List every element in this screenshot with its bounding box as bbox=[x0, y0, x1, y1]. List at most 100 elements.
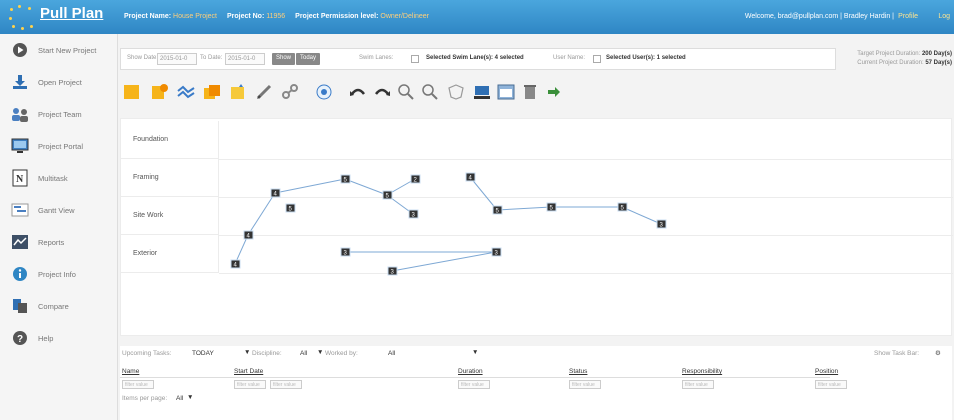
task-node[interactable]: 4 bbox=[465, 172, 476, 182]
task-node[interactable]: 3 bbox=[491, 247, 502, 257]
col-responsibility[interactable]: Responsibility bbox=[682, 368, 722, 375]
copy-note-icon[interactable] bbox=[202, 82, 222, 102]
task-node[interactable]: 4 bbox=[230, 259, 241, 269]
trash-icon[interactable] bbox=[520, 82, 540, 102]
task-node[interactable]: 5 bbox=[382, 190, 393, 200]
profile-link[interactable]: Profile bbox=[898, 13, 918, 20]
pull-plan-logo[interactable]: Pull Plan bbox=[8, 4, 108, 30]
swim-lanes-checkbox[interactable] bbox=[411, 55, 419, 63]
pencil-icon[interactable] bbox=[254, 82, 274, 102]
logo-dots-icon bbox=[8, 4, 38, 30]
sidebar-item-open-project[interactable]: Open Project bbox=[10, 70, 116, 94]
task-node[interactable]: 3 bbox=[387, 266, 398, 276]
items-per-page-select[interactable]: All bbox=[176, 395, 183, 402]
project-info-bar: Project Name: House Project Project No: … bbox=[124, 13, 437, 20]
divider bbox=[120, 377, 830, 378]
print-icon[interactable] bbox=[472, 82, 492, 102]
task-node[interactable]: 5 bbox=[617, 202, 628, 212]
logout-link[interactable]: Log bbox=[938, 13, 950, 20]
chevron-down-icon[interactable]: ▼ bbox=[317, 349, 323, 356]
sidebar-item-project-team[interactable]: Project Team bbox=[10, 102, 116, 126]
task-node[interactable]: 5 bbox=[492, 205, 503, 215]
task-link bbox=[469, 176, 498, 211]
zoom-in-icon[interactable] bbox=[396, 82, 416, 102]
sidebar-item-gantt-view[interactable]: Gantt View bbox=[10, 198, 116, 222]
task-node[interactable]: 5 bbox=[546, 202, 557, 212]
task-node[interactable]: 3 bbox=[656, 219, 667, 229]
help-icon: ? bbox=[10, 329, 30, 347]
col-duration[interactable]: Duration bbox=[458, 368, 483, 375]
record-icon[interactable] bbox=[314, 82, 334, 102]
task-node[interactable]: 2 bbox=[410, 174, 421, 184]
svg-text:?: ? bbox=[17, 334, 23, 345]
name-filter-input[interactable]: filter value bbox=[122, 380, 154, 389]
project-duration: Target Project Duration: 200 Day(s) Curr… bbox=[857, 51, 952, 66]
worked-by-label: Worked by: bbox=[325, 350, 358, 357]
permission-label: Project Permission level: bbox=[295, 13, 379, 20]
top-bar: Pull Plan Project Name: House Project Pr… bbox=[0, 0, 954, 34]
task-link bbox=[274, 178, 346, 194]
position-filter-input[interactable]: filter value bbox=[815, 380, 847, 389]
duration-filter-input[interactable]: filter value bbox=[458, 380, 490, 389]
connector-icon[interactable] bbox=[176, 82, 196, 102]
status-filter-input[interactable]: filter value bbox=[569, 380, 601, 389]
sidebar-item-start-new-project[interactable]: Start New Project bbox=[10, 38, 116, 62]
download-icon bbox=[10, 73, 30, 91]
task-node[interactable]: 3 bbox=[340, 247, 351, 257]
undo-icon[interactable] bbox=[348, 82, 368, 102]
users-select[interactable]: Selected User(s): 1 selected bbox=[606, 55, 686, 61]
sidebar-item-project-portal[interactable]: Project Portal bbox=[10, 134, 116, 158]
to-date-input[interactable]: 2015-01-0 bbox=[225, 53, 265, 65]
compare-icon bbox=[10, 297, 30, 315]
task-node[interactable]: 5 bbox=[340, 174, 351, 184]
col-start-date[interactable]: Start Date bbox=[234, 368, 263, 375]
chevron-down-icon[interactable]: ▼ bbox=[244, 349, 250, 356]
filter-bar: Show Date: 2015-01-0 To Date: 2015-01-0 … bbox=[120, 48, 836, 70]
logo-text: Pull Plan bbox=[40, 5, 104, 22]
task-node[interactable]: 5 bbox=[285, 203, 296, 213]
unlink-icon[interactable] bbox=[280, 82, 300, 102]
task-node[interactable]: 4 bbox=[270, 188, 281, 198]
swim-lanes-select[interactable]: Selected Swim Lane(s): 4 selected bbox=[426, 55, 524, 61]
task-link bbox=[247, 192, 276, 236]
shield-icon[interactable] bbox=[446, 82, 466, 102]
upcoming-tasks-label: Upcoming Tasks: bbox=[122, 350, 172, 357]
sidebar-item-multitask[interactable]: N Multitask bbox=[10, 166, 116, 190]
responsibility-filter-input[interactable]: filter value bbox=[682, 380, 714, 389]
zoom-out-icon[interactable] bbox=[420, 82, 440, 102]
users-checkbox[interactable] bbox=[593, 55, 601, 63]
sidebar-item-project-info[interactable]: Project Info bbox=[10, 262, 116, 286]
col-status[interactable]: Status bbox=[569, 368, 587, 375]
sidebar-item-reports[interactable]: Reports bbox=[10, 230, 116, 254]
col-position[interactable]: Position bbox=[815, 368, 838, 375]
show-button[interactable]: Show bbox=[272, 53, 296, 65]
from-date-input[interactable]: 2015-01-0 bbox=[157, 53, 197, 65]
chevron-down-icon[interactable]: ▼ bbox=[187, 394, 193, 401]
sidebar-item-help[interactable]: ? Help bbox=[10, 326, 116, 350]
export-arrow-icon[interactable] bbox=[544, 82, 564, 102]
multitask-icon: N bbox=[10, 169, 30, 187]
today-button[interactable]: Today bbox=[296, 53, 321, 65]
play-icon bbox=[10, 41, 30, 59]
redo-icon[interactable] bbox=[372, 82, 392, 102]
items-per-page-label: Items per page: bbox=[122, 395, 168, 402]
permission-value: Owner/Delineer bbox=[380, 13, 430, 20]
current-duration-value: 57 Day(s) bbox=[925, 60, 952, 66]
project-name-value: House Project bbox=[173, 13, 217, 20]
end-date-filter-input[interactable]: filter value bbox=[270, 380, 302, 389]
col-name[interactable]: Name bbox=[122, 368, 139, 375]
calendar-icon[interactable] bbox=[496, 82, 516, 102]
sticky-note-icon[interactable] bbox=[122, 82, 142, 102]
add-note-icon[interactable] bbox=[150, 82, 170, 102]
worked-by-select[interactable]: All bbox=[388, 350, 395, 357]
period-select[interactable]: TODAY bbox=[192, 350, 214, 357]
start-date-filter-input[interactable]: filter value bbox=[234, 380, 266, 389]
milestone-icon[interactable] bbox=[228, 82, 248, 102]
task-node[interactable]: 4 bbox=[243, 230, 254, 240]
swim-lanes-label: Swim Lanes: bbox=[359, 55, 394, 61]
sidebar-item-compare[interactable]: Compare bbox=[10, 294, 116, 318]
task-node[interactable]: 3 bbox=[408, 209, 419, 219]
gear-icon[interactable]: ⚙ bbox=[935, 349, 941, 357]
chevron-down-icon[interactable]: ▼ bbox=[472, 349, 478, 356]
discipline-select[interactable]: All bbox=[300, 350, 307, 357]
